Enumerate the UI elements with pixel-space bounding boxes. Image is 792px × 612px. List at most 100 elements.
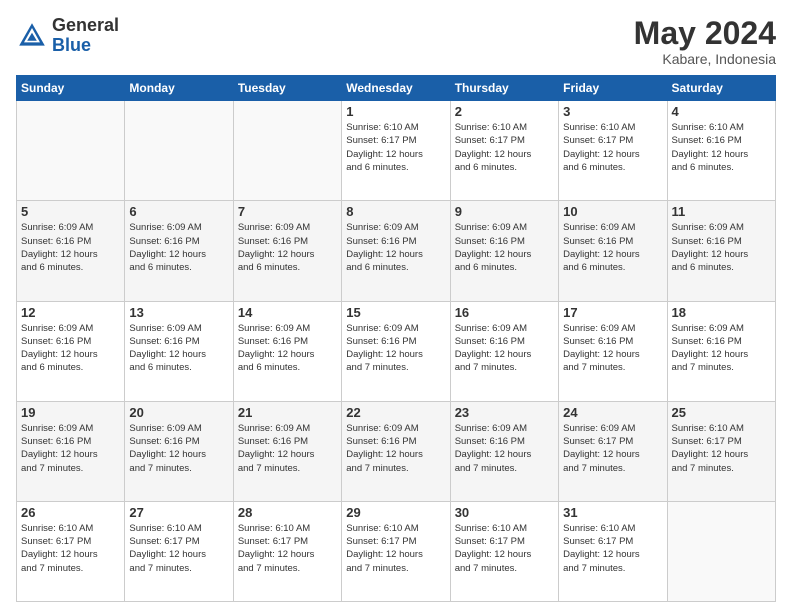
col-thursday: Thursday	[450, 76, 558, 101]
day-info: Sunrise: 6:09 AM Sunset: 6:16 PM Dayligh…	[238, 422, 337, 475]
calendar-week-row: 19 Sunrise: 6:09 AM Sunset: 6:16 PM Dayli…	[17, 401, 776, 501]
day-number: 13	[129, 305, 228, 320]
day-number: 14	[238, 305, 337, 320]
day-info: Sunrise: 6:09 AM Sunset: 6:16 PM Dayligh…	[672, 322, 771, 375]
day-number: 5	[21, 204, 120, 219]
day-number: 24	[563, 405, 662, 420]
calendar-cell: 9 Sunrise: 6:09 AM Sunset: 6:16 PM Daylig…	[450, 201, 558, 301]
day-info: Sunrise: 6:09 AM Sunset: 6:16 PM Dayligh…	[563, 322, 662, 375]
day-number: 23	[455, 405, 554, 420]
col-wednesday: Wednesday	[342, 76, 450, 101]
day-info: Sunrise: 6:10 AM Sunset: 6:17 PM Dayligh…	[129, 522, 228, 575]
day-info: Sunrise: 6:09 AM Sunset: 6:16 PM Dayligh…	[455, 221, 554, 274]
day-info: Sunrise: 6:09 AM Sunset: 6:16 PM Dayligh…	[129, 322, 228, 375]
day-info: Sunrise: 6:10 AM Sunset: 6:17 PM Dayligh…	[346, 522, 445, 575]
day-info: Sunrise: 6:09 AM Sunset: 6:16 PM Dayligh…	[238, 221, 337, 274]
day-number: 17	[563, 305, 662, 320]
calendar-table: Sunday Monday Tuesday Wednesday Thursday…	[16, 75, 776, 602]
day-info: Sunrise: 6:10 AM Sunset: 6:17 PM Dayligh…	[563, 121, 662, 174]
day-info: Sunrise: 6:09 AM Sunset: 6:16 PM Dayligh…	[455, 322, 554, 375]
day-info: Sunrise: 6:09 AM Sunset: 6:16 PM Dayligh…	[129, 422, 228, 475]
day-number: 12	[21, 305, 120, 320]
day-info: Sunrise: 6:09 AM Sunset: 6:16 PM Dayligh…	[238, 322, 337, 375]
calendar-cell: 11 Sunrise: 6:09 AM Sunset: 6:16 PM Dayli…	[667, 201, 775, 301]
page: General Blue May 2024 Kabare, Indonesia …	[0, 0, 792, 612]
logo-blue-text: Blue	[52, 36, 119, 56]
day-info: Sunrise: 6:10 AM Sunset: 6:17 PM Dayligh…	[455, 522, 554, 575]
col-saturday: Saturday	[667, 76, 775, 101]
day-number: 30	[455, 505, 554, 520]
calendar-week-row: 1 Sunrise: 6:10 AM Sunset: 6:17 PM Daylig…	[17, 101, 776, 201]
calendar-cell: 31Sunrise: 6:10 AM Sunset: 6:17 PM Dayli…	[559, 501, 667, 601]
day-info: Sunrise: 6:09 AM Sunset: 6:16 PM Dayligh…	[21, 221, 120, 274]
day-number: 22	[346, 405, 445, 420]
day-number: 15	[346, 305, 445, 320]
calendar-cell: 26Sunrise: 6:10 AM Sunset: 6:17 PM Dayli…	[17, 501, 125, 601]
day-number: 2	[455, 104, 554, 119]
month-title: May 2024	[634, 16, 776, 51]
day-info: Sunrise: 6:09 AM Sunset: 6:16 PM Dayligh…	[346, 221, 445, 274]
day-info: Sunrise: 6:09 AM Sunset: 6:16 PM Dayligh…	[563, 221, 662, 274]
day-number: 16	[455, 305, 554, 320]
day-info: Sunrise: 6:09 AM Sunset: 6:16 PM Dayligh…	[129, 221, 228, 274]
day-info: Sunrise: 6:09 AM Sunset: 6:16 PM Dayligh…	[21, 422, 120, 475]
col-tuesday: Tuesday	[233, 76, 341, 101]
day-number: 3	[563, 104, 662, 119]
calendar-cell: 23Sunrise: 6:09 AM Sunset: 6:16 PM Dayli…	[450, 401, 558, 501]
day-number: 25	[672, 405, 771, 420]
day-info: Sunrise: 6:09 AM Sunset: 6:17 PM Dayligh…	[563, 422, 662, 475]
day-info: Sunrise: 6:10 AM Sunset: 6:17 PM Dayligh…	[563, 522, 662, 575]
logo-text: General Blue	[52, 16, 119, 56]
header: General Blue May 2024 Kabare, Indonesia	[16, 16, 776, 67]
day-number: 8	[346, 204, 445, 219]
day-info: Sunrise: 6:10 AM Sunset: 6:17 PM Dayligh…	[455, 121, 554, 174]
day-number: 21	[238, 405, 337, 420]
day-info: Sunrise: 6:09 AM Sunset: 6:16 PM Dayligh…	[21, 322, 120, 375]
day-info: Sunrise: 6:10 AM Sunset: 6:17 PM Dayligh…	[21, 522, 120, 575]
calendar-cell: 4 Sunrise: 6:10 AM Sunset: 6:16 PM Daylig…	[667, 101, 775, 201]
calendar-cell: 24 Sunrise: 6:09 AM Sunset: 6:17 PM Dayli…	[559, 401, 667, 501]
calendar-cell: 30 Sunrise: 6:10 AM Sunset: 6:17 PM Dayli…	[450, 501, 558, 601]
calendar-cell: 20 Sunrise: 6:09 AM Sunset: 6:16 PM Dayli…	[125, 401, 233, 501]
calendar-cell: 1Sunrise: 6:10 AM Sunset: 6:17 PM Daylig…	[342, 101, 450, 201]
col-monday: Monday	[125, 76, 233, 101]
day-number: 18	[672, 305, 771, 320]
col-sunday: Sunday	[17, 76, 125, 101]
calendar-cell	[233, 101, 341, 201]
calendar-week-row: 5 Sunrise: 6:09 AM Sunset: 6:16 PM Daylig…	[17, 201, 776, 301]
day-number: 11	[672, 204, 771, 219]
calendar-cell: 3 Sunrise: 6:10 AM Sunset: 6:17 PM Daylig…	[559, 101, 667, 201]
day-info: Sunrise: 6:09 AM Sunset: 6:16 PM Dayligh…	[672, 221, 771, 274]
calendar-cell: 28Sunrise: 6:10 AM Sunset: 6:17 PM Dayli…	[233, 501, 341, 601]
calendar-cell: 16 Sunrise: 6:09 AM Sunset: 6:16 PM Dayli…	[450, 301, 558, 401]
day-info: Sunrise: 6:10 AM Sunset: 6:16 PM Dayligh…	[672, 121, 771, 174]
day-number: 29	[346, 505, 445, 520]
calendar-cell: 8 Sunrise: 6:09 AM Sunset: 6:16 PM Daylig…	[342, 201, 450, 301]
col-friday: Friday	[559, 76, 667, 101]
calendar-cell: 15Sunrise: 6:09 AM Sunset: 6:16 PM Dayli…	[342, 301, 450, 401]
day-number: 1	[346, 104, 445, 119]
logo: General Blue	[16, 16, 119, 56]
calendar-cell: 7Sunrise: 6:09 AM Sunset: 6:16 PM Daylig…	[233, 201, 341, 301]
calendar-cell: 18 Sunrise: 6:09 AM Sunset: 6:16 PM Dayli…	[667, 301, 775, 401]
calendar-cell	[17, 101, 125, 201]
day-number: 4	[672, 104, 771, 119]
day-number: 28	[238, 505, 337, 520]
calendar-cell: 10 Sunrise: 6:09 AM Sunset: 6:16 PM Dayli…	[559, 201, 667, 301]
day-number: 10	[563, 204, 662, 219]
logo-icon	[16, 20, 48, 52]
title-block: May 2024 Kabare, Indonesia	[634, 16, 776, 67]
calendar-week-row: 26Sunrise: 6:10 AM Sunset: 6:17 PM Dayli…	[17, 501, 776, 601]
calendar-cell: 13 Sunrise: 6:09 AM Sunset: 6:16 PM Dayli…	[125, 301, 233, 401]
logo-general-text: General	[52, 16, 119, 36]
calendar-week-row: 12 Sunrise: 6:09 AM Sunset: 6:16 PM Dayli…	[17, 301, 776, 401]
calendar-header-row: Sunday Monday Tuesday Wednesday Thursday…	[17, 76, 776, 101]
calendar-cell: 22 Sunrise: 6:09 AM Sunset: 6:16 PM Dayli…	[342, 401, 450, 501]
day-number: 9	[455, 204, 554, 219]
calendar-cell: 21 Sunrise: 6:09 AM Sunset: 6:16 PM Dayli…	[233, 401, 341, 501]
day-number: 19	[21, 405, 120, 420]
day-number: 27	[129, 505, 228, 520]
day-number: 20	[129, 405, 228, 420]
day-info: Sunrise: 6:09 AM Sunset: 6:16 PM Dayligh…	[346, 422, 445, 475]
calendar-cell	[667, 501, 775, 601]
